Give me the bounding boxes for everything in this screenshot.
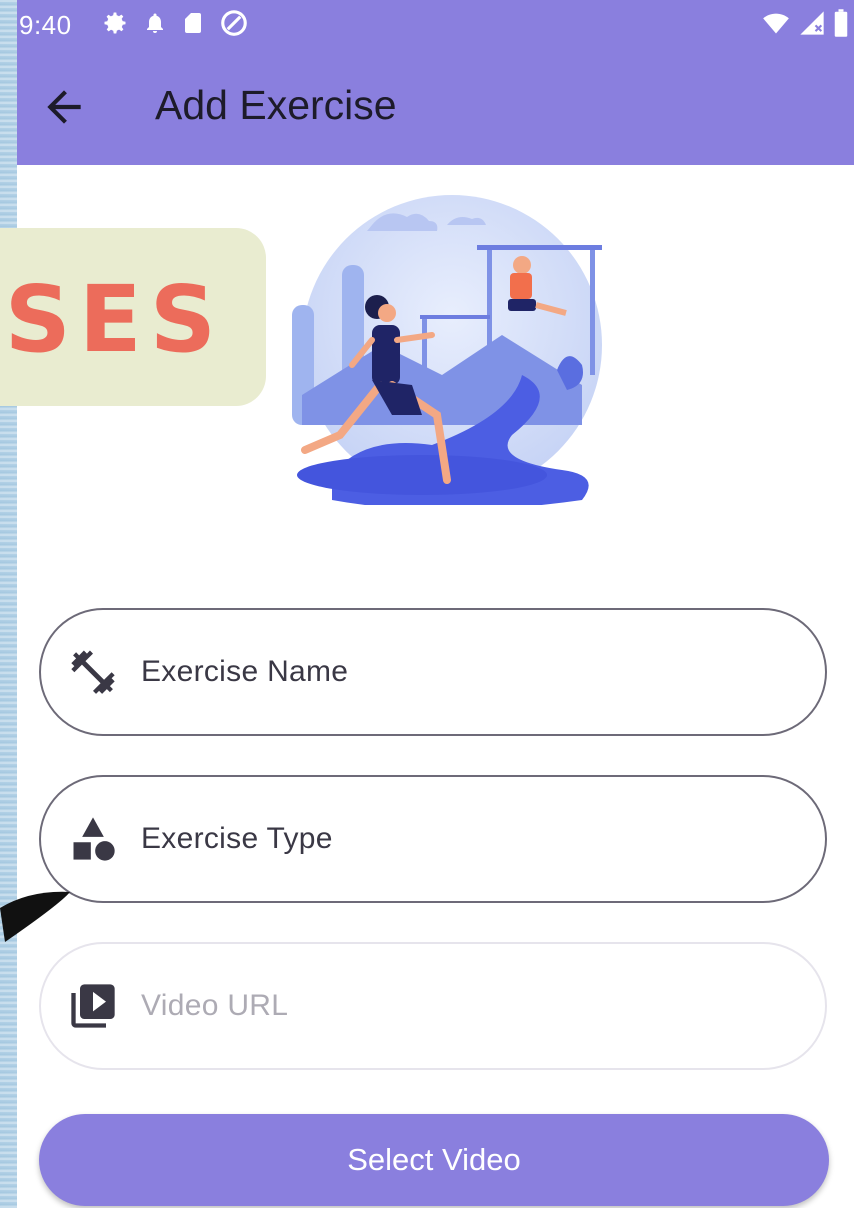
overlay-banner-text: ISES xyxy=(0,266,224,373)
exercise-type-input[interactable]: Exercise Type xyxy=(39,775,827,903)
fitness-dumbbell-icon xyxy=(71,650,115,694)
video-library-icon xyxy=(71,984,115,1028)
battery-icon xyxy=(834,9,848,37)
select-video-button[interactable]: Select Video xyxy=(39,1114,829,1206)
overlay-banner: ISES xyxy=(0,228,266,406)
select-video-label: Select Video xyxy=(347,1142,521,1177)
exercise-name-placeholder: Exercise Name xyxy=(141,655,349,688)
back-button[interactable] xyxy=(39,82,89,132)
exercise-name-input[interactable]: Exercise Name xyxy=(39,608,827,736)
workout-illustration xyxy=(292,195,602,505)
exercise-type-placeholder: Exercise Type xyxy=(141,822,333,855)
status-bar: 9:40 xyxy=(17,0,854,52)
video-url-input[interactable]: Video URL xyxy=(39,942,827,1070)
sd-card-icon xyxy=(185,13,201,33)
app-bar: 9:40 Add Exercise xyxy=(17,0,854,165)
wifi-icon xyxy=(763,13,789,34)
status-icons-right xyxy=(760,8,850,38)
page-title: Add Exercise xyxy=(155,82,397,128)
signal-icon xyxy=(800,11,824,35)
gear-icon xyxy=(104,12,126,34)
video-url-placeholder: Video URL xyxy=(141,989,289,1022)
status-icons-left xyxy=(101,8,249,38)
category-shapes-icon xyxy=(73,817,115,861)
notification-bell-icon xyxy=(147,13,163,33)
phone-screen: 9:40 Add Exercise Exercise Name Exercise… xyxy=(17,0,854,1208)
status-time: 9:40 xyxy=(19,10,72,40)
arrow-back-icon xyxy=(47,90,81,124)
at-sign-icon xyxy=(221,10,247,36)
decorative-brush-stroke xyxy=(0,891,70,942)
